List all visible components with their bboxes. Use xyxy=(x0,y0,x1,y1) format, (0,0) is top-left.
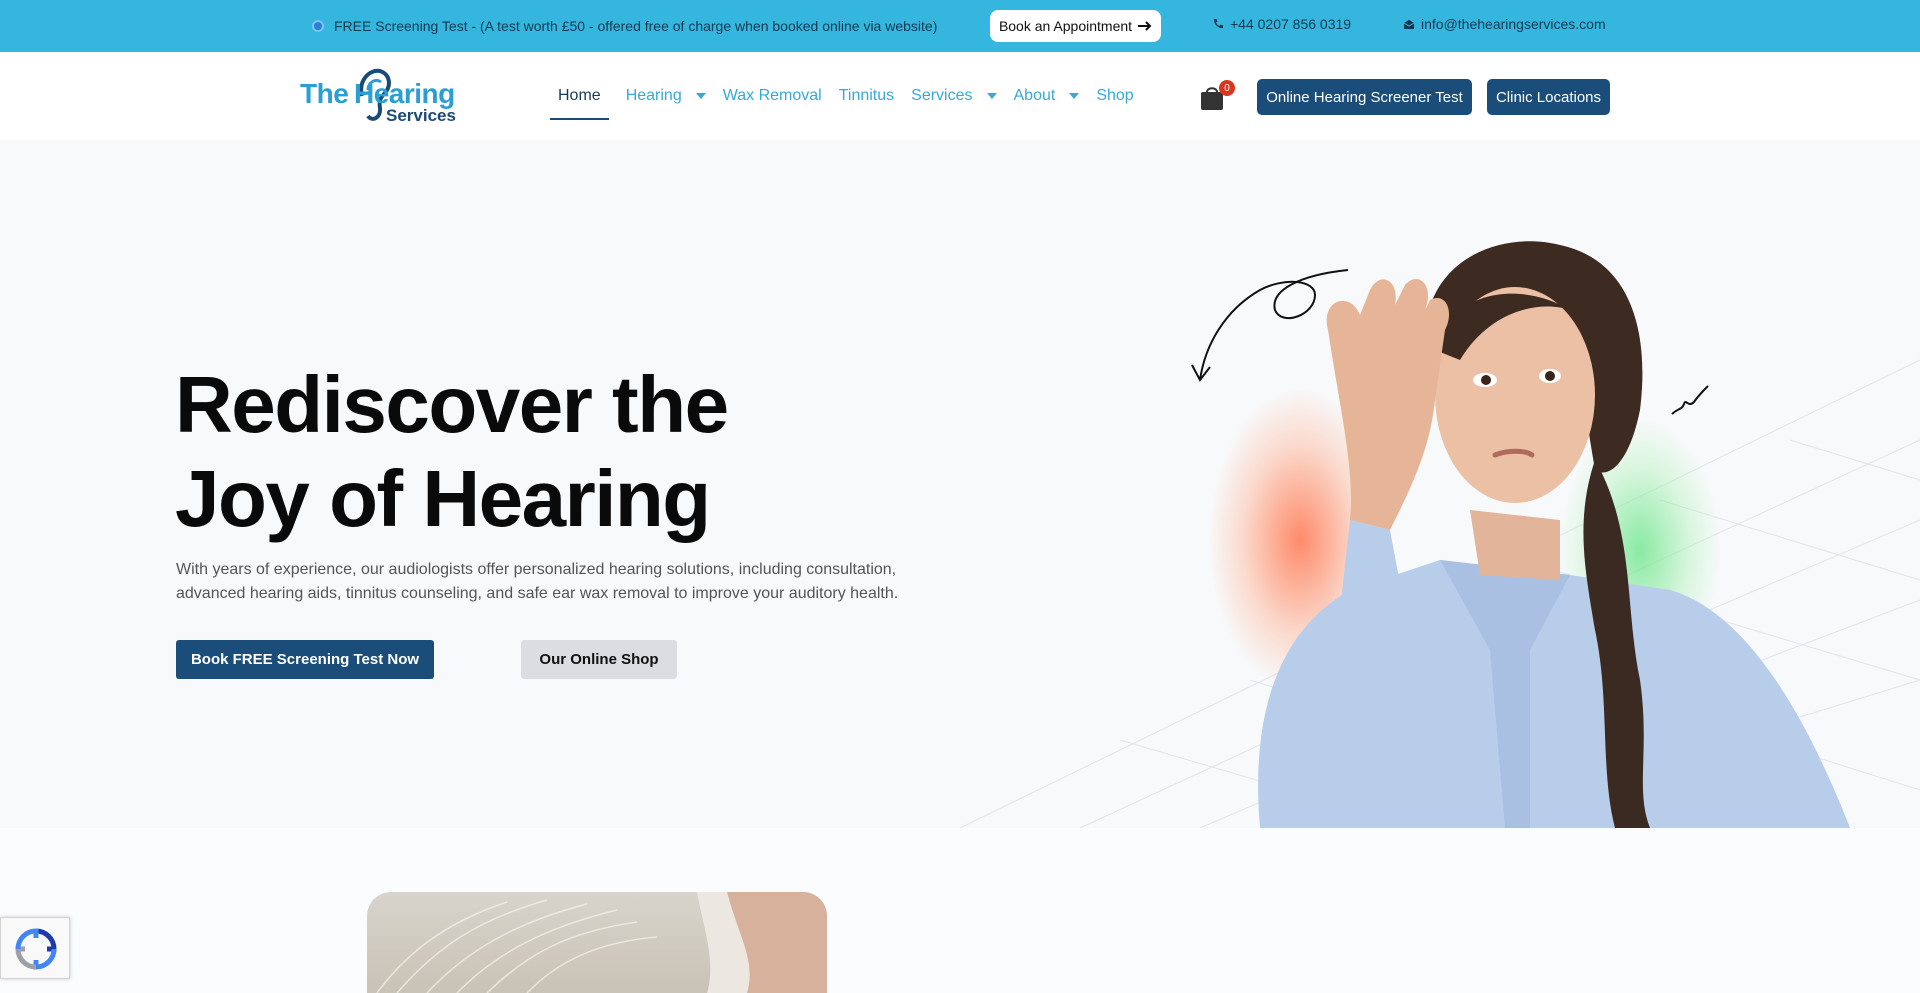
squiggle-doodle xyxy=(1671,385,1709,415)
phone-icon xyxy=(1213,19,1223,29)
nav-tinnitus[interactable]: Tinnitus xyxy=(839,82,894,110)
site-header: The Hearing Services Home Hearing Wax Re… xyxy=(0,52,1920,140)
envelope-icon xyxy=(1403,19,1415,29)
clinic-locations-button[interactable]: Clinic Locations xyxy=(1487,79,1610,115)
hair-texture xyxy=(376,892,827,993)
hero-section: Rediscover the Joy of Hearing With years… xyxy=(0,140,1920,828)
grey-hair-photo xyxy=(367,892,827,993)
nav-tinnitus-label: Tinnitus xyxy=(838,87,895,104)
book-appointment-button[interactable]: Book an Appointment xyxy=(990,10,1161,42)
online-shop-button[interactable]: Our Online Shop xyxy=(521,640,677,679)
hero-title-line2: Joy of Hearing xyxy=(175,454,711,543)
curved-arrow-doodle xyxy=(1191,269,1349,382)
nav-hearing[interactable]: Hearing xyxy=(626,82,706,110)
phone-contact[interactable]: +44 0207 856 0319 xyxy=(1212,16,1351,32)
nav-hearing-label: Hearing xyxy=(625,87,682,104)
main-nav: Home Hearing Wax Removal Tinnitus Servic… xyxy=(550,82,1151,120)
book-appointment-label: Book an Appointment xyxy=(998,18,1133,34)
logo-services: Services xyxy=(386,106,456,125)
nav-services[interactable]: Services xyxy=(911,82,997,110)
site-logo[interactable]: The Hearing Services xyxy=(298,66,463,126)
hero-title: Rediscover the Joy of Hearing xyxy=(175,358,729,546)
recaptcha-badge[interactable] xyxy=(0,917,70,979)
nav-wax-removal-label: Wax Removal xyxy=(722,87,822,104)
caret-down-icon xyxy=(1069,93,1080,99)
book-screening-button[interactable]: Book FREE Screening Test Now xyxy=(176,640,434,679)
nav-home[interactable]: Home xyxy=(550,82,609,120)
caret-down-icon xyxy=(986,93,997,99)
cart-count-badge: 0 xyxy=(1219,80,1235,96)
caret-down-icon xyxy=(695,93,706,99)
hero-description: With years of experience, our audiologis… xyxy=(176,561,899,602)
phone-number: +44 0207 856 0319 xyxy=(1230,16,1352,32)
nav-shop[interactable]: Shop xyxy=(1096,82,1133,110)
email-address: info@thehearingservices.com xyxy=(1421,16,1606,32)
logo-the: The xyxy=(300,78,349,109)
nav-shop-label: Shop xyxy=(1096,87,1134,104)
info-dot-icon xyxy=(312,20,324,32)
nav-about-label: About xyxy=(1013,87,1056,104)
email-contact[interactable]: info@thehearingservices.com xyxy=(1403,16,1606,32)
nav-wax-removal[interactable]: Wax Removal xyxy=(723,82,822,110)
nav-about[interactable]: About xyxy=(1014,82,1080,110)
promo-banner: FREE Screening Test - (A test worth £50 … xyxy=(312,16,937,36)
hero-title-line1: Rediscover the xyxy=(175,360,729,449)
arrow-right-icon xyxy=(1138,21,1152,31)
top-bar: FREE Screening Test - (A test worth £50 … xyxy=(0,0,1920,52)
online-screener-button[interactable]: Online Hearing Screener Test xyxy=(1257,79,1472,115)
recaptcha-icon xyxy=(15,928,57,970)
nav-home-label: Home xyxy=(558,87,601,104)
promo-text: FREE Screening Test - (A test worth £50 … xyxy=(334,18,938,34)
nav-services-label: Services xyxy=(911,87,973,104)
